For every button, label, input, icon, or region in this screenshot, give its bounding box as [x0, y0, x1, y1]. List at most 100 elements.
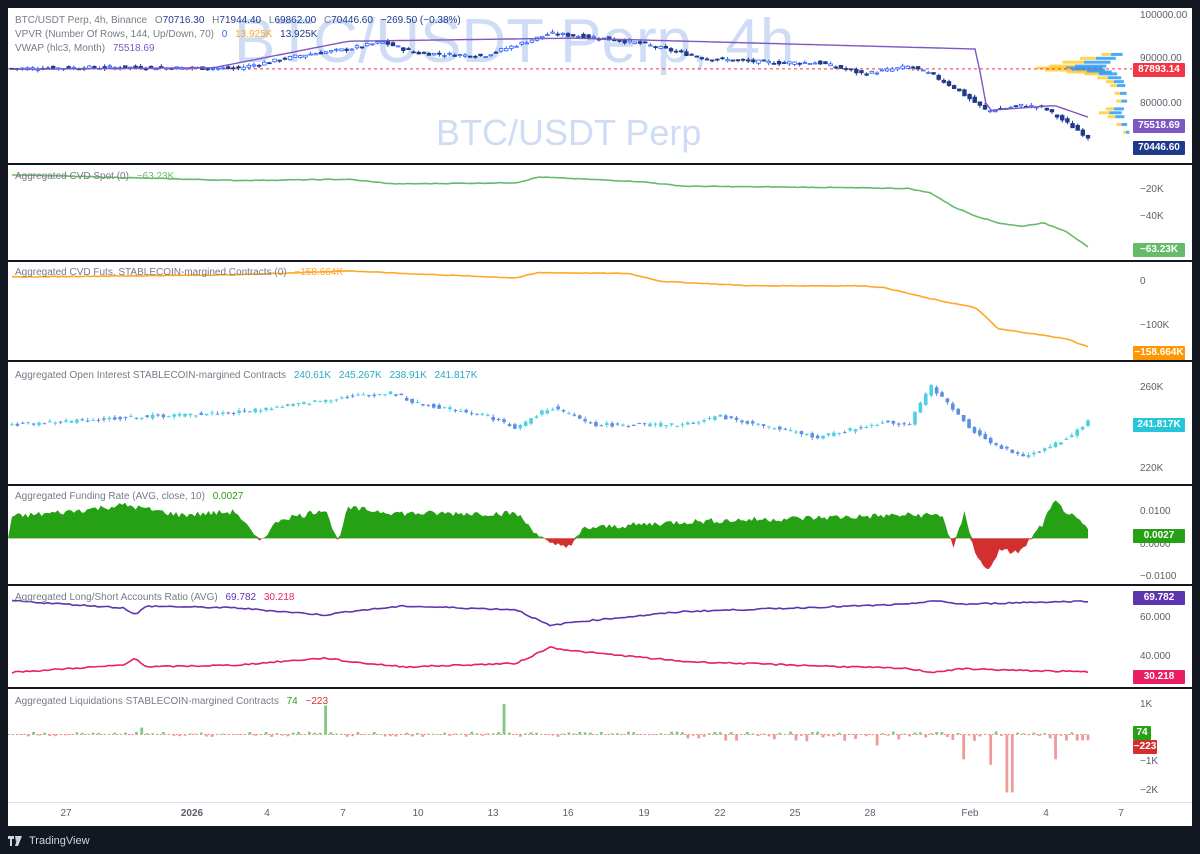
cvd-spot-tag: −63.23K [1133, 243, 1185, 257]
cvd-futs-legend[interactable]: Aggregated CVD Futs. STABLECOIN-margined… [15, 267, 348, 278]
vpvr-value-1: 0 [221, 29, 228, 40]
oi-candle [269, 408, 274, 411]
liq-bar [989, 734, 993, 765]
oi-candle [826, 433, 831, 436]
oi-candle [177, 413, 182, 416]
oi-candle [80, 419, 85, 421]
oi-candle [156, 414, 160, 416]
oi-candle [372, 394, 377, 396]
liq-bar [805, 734, 809, 742]
liq-bar [875, 734, 879, 746]
price-candle [931, 72, 936, 75]
oi-candle [231, 413, 236, 415]
oi-candle [821, 435, 825, 439]
oi-value-2: 245.267K [338, 370, 382, 381]
oi-candle [626, 426, 631, 428]
oi-candle [1069, 435, 1074, 437]
price-candle [658, 46, 663, 50]
price-candle [468, 55, 473, 58]
price-candle [519, 41, 524, 45]
oi-candle [258, 410, 263, 412]
vpvr-row-down [1105, 107, 1114, 111]
funding-value: 0.0027 [212, 491, 244, 502]
oi-candle [139, 417, 144, 419]
pane-separator[interactable] [8, 260, 1192, 262]
oi-candle [404, 397, 409, 401]
liquidations-legend[interactable]: Aggregated Liquidations STABLECOIN-margi… [15, 696, 333, 707]
price-candle [756, 59, 761, 64]
liq-bar [259, 734, 263, 735]
price-candle [843, 68, 849, 70]
price-candle [421, 52, 427, 54]
oi-candle [886, 420, 890, 423]
cvd-spot-legend-name: Aggregated CVD Spot (0) [15, 171, 129, 182]
pane-separator[interactable] [8, 687, 1192, 689]
funding-legend[interactable]: Aggregated Funding Rate (AVG, close, 10)… [15, 491, 248, 502]
liq-bar [843, 734, 847, 741]
price-candle [246, 64, 252, 68]
liq-bar [134, 731, 138, 735]
oi-candle [85, 420, 90, 422]
liq-bar [405, 732, 409, 735]
cvd-spot-legend[interactable]: Aggregated CVD Spot (0) −63.23K [15, 171, 179, 182]
liq-bar [670, 731, 674, 735]
vpvr-legend[interactable]: VPVR (Number Of Rows, 144, Up/Down, 70) … [15, 29, 322, 40]
long-short-legend[interactable]: Aggregated Long/Short Accounts Ratio (AV… [15, 592, 299, 603]
tradingview-logo-text: TradingView [29, 835, 90, 847]
oi-candle [275, 406, 279, 408]
price-legend[interactable]: BTC/USDT Perp, 4h, Binance O70716.30 H71… [15, 15, 466, 26]
pane-separator[interactable] [8, 360, 1192, 362]
liq-bar [832, 734, 836, 737]
oi-candle [394, 394, 398, 396]
low-value: 69862.00 [274, 15, 317, 26]
oi-candle [448, 407, 452, 410]
oi-legend[interactable]: Aggregated Open Interest STABLECOIN-marg… [15, 370, 482, 381]
liq-bar [329, 732, 333, 735]
price-candle [457, 54, 463, 56]
liq-bar [935, 732, 939, 735]
oi-candle [329, 400, 333, 402]
liq-bar [913, 732, 917, 735]
price-candle [133, 65, 138, 68]
vwap-value: 75518.69 [112, 43, 155, 54]
liq-bar [956, 732, 960, 735]
oi-candle [145, 415, 149, 417]
oi-candle [475, 413, 479, 415]
time-tick: 27 [60, 808, 72, 819]
liq-bar [394, 734, 398, 737]
vwap-legend[interactable]: VWAP (hlc3, Month) 75518.69 [15, 43, 160, 54]
liq-bar [681, 732, 684, 735]
price-candle [215, 67, 221, 70]
liq-bar [897, 734, 901, 740]
liq-bar [470, 731, 473, 735]
liq-bar [453, 733, 457, 735]
price-candle [498, 48, 504, 52]
liq-bar [664, 733, 668, 735]
liq-bar [789, 731, 793, 735]
oi-candle [632, 424, 636, 426]
pane-separator[interactable] [8, 484, 1192, 486]
price-candle [890, 68, 895, 72]
cvd-spot-tick: −20K [1140, 184, 1164, 195]
price-candle [262, 61, 267, 66]
long-short-tick: 60.000 [1140, 612, 1171, 623]
pane-separator[interactable] [8, 584, 1192, 586]
liq-bar [1054, 734, 1057, 760]
price-candle [334, 48, 339, 51]
price-candle [972, 96, 977, 103]
oi-candle [383, 394, 387, 396]
price-legend-name: BTC/USDT Perp, 4h, Binance [15, 15, 148, 26]
price-candle [936, 74, 941, 80]
liq-bar [837, 732, 841, 735]
liq-bar [562, 733, 565, 735]
vpvr-value-2: 13.925K [235, 29, 273, 40]
price-candle [488, 54, 493, 57]
oi-candle [734, 417, 739, 420]
oi-candle [972, 427, 977, 433]
oi-candle [1075, 429, 1079, 436]
cvd-futs-line [11, 269, 1089, 348]
cvd-spot-line [12, 174, 1089, 248]
pane-separator[interactable] [8, 163, 1192, 165]
liq-bar [762, 733, 765, 735]
tradingview-logo[interactable]: TradingView [8, 834, 90, 848]
